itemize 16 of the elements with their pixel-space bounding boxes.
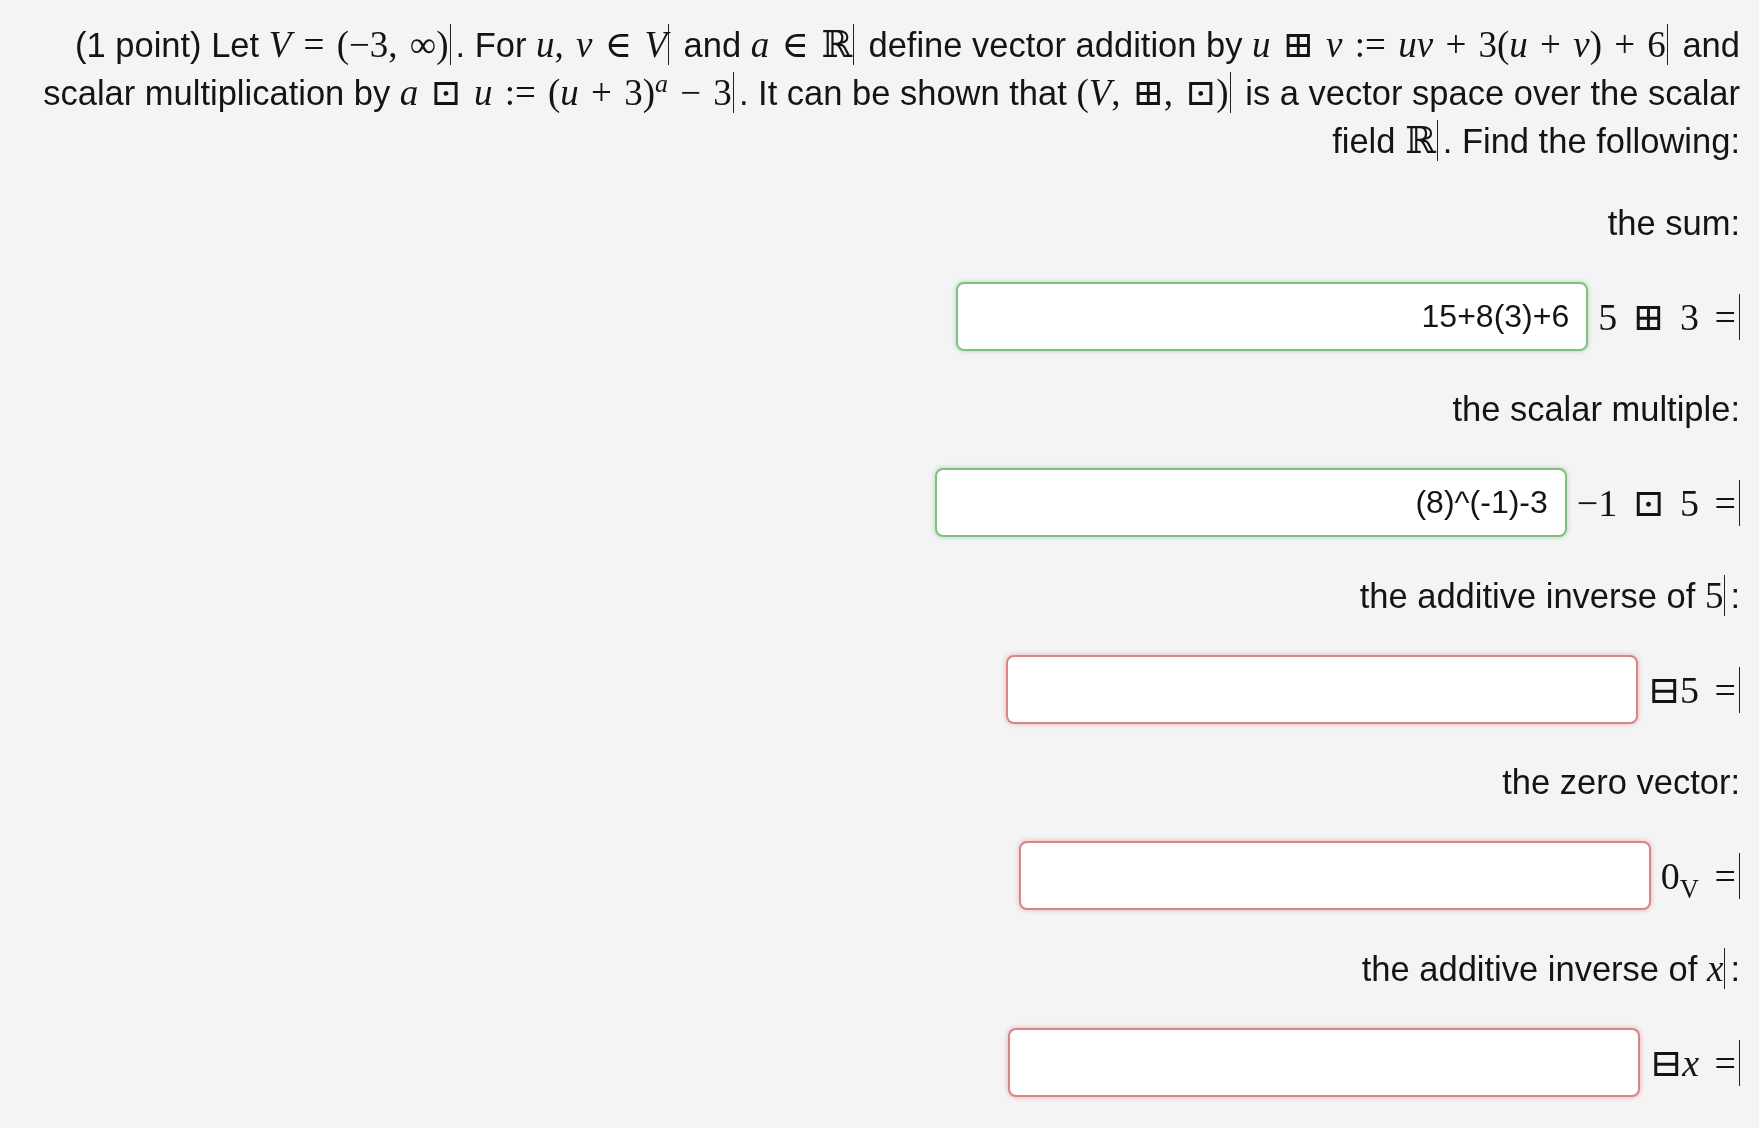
- problem-statement: (1 point) Let V = (−3, ∞) . For u, v ∈ V and a ∈ ℝ define vector addition by u ⊞ v := uv + 3(u + v) + 6 and scalar multiplication by a ⊡ u := (u + 3)$^{a}$ − 3 . It can be shown that (V, ⊞, ⊡) is a vector space over the scalar field ℝ . Find the following:: [42, 23, 1740, 163]
- equation-label: ⊟5 =: [1648, 666, 1740, 713]
- prompt-text: the sum:: [1607, 203, 1740, 244]
- prompt-text: the additive inverse of 5 :: [1359, 574, 1740, 618]
- equation-label: ⊟x =: [1650, 1039, 1740, 1086]
- answer-field[interactable]: [1008, 1028, 1641, 1097]
- answer-field[interactable]: [1006, 655, 1639, 724]
- equation-label: 0$_{V}$ =: [1660, 852, 1740, 899]
- prompt-text: the scalar multiple:: [1452, 389, 1740, 430]
- answer-field[interactable]: (8)^(-1)-3: [934, 468, 1567, 537]
- answer-field[interactable]: [1018, 841, 1651, 910]
- answer-field[interactable]: 15+8(3)+6: [956, 282, 1589, 351]
- prompt-text: the zero vector:: [1502, 762, 1740, 803]
- equation-label: −1 ⊡ 5 =: [1576, 479, 1740, 526]
- prompt-text: the additive inverse of x :: [1361, 947, 1740, 991]
- equation-label: 5 ⊞ 3 =: [1598, 293, 1740, 340]
